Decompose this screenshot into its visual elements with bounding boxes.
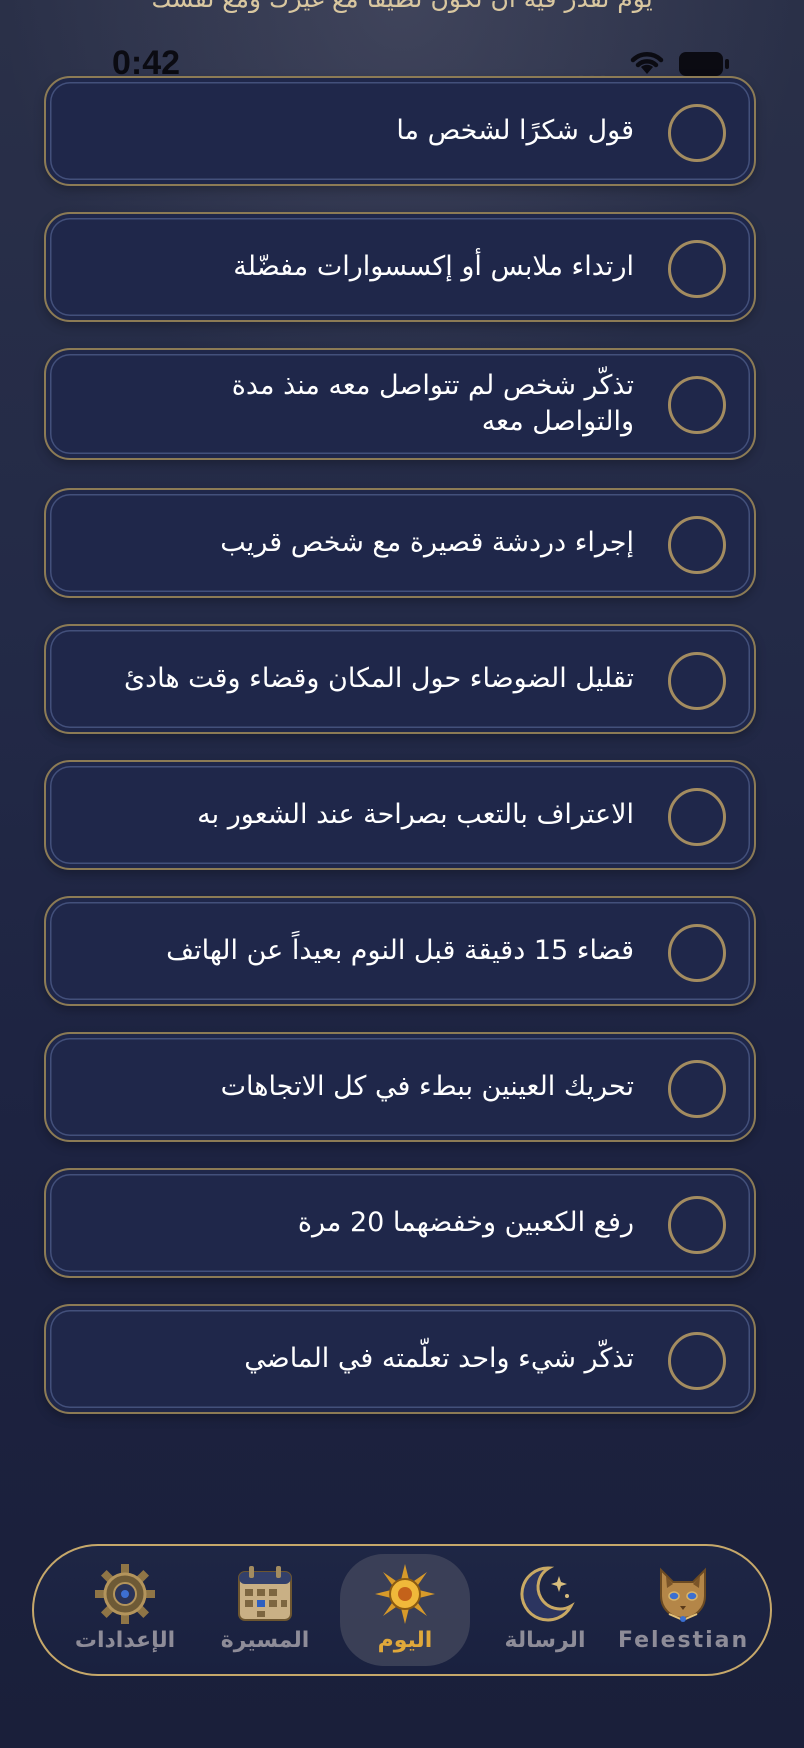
tab-bar: Felestian الرسالة اليوم المسيرة الإعدادا…	[32, 1544, 772, 1676]
task-card[interactable]: قضاء 15 دقيقة قبل النوم بعيداً عن الهاتف	[44, 896, 756, 1006]
tab-label: اليوم	[377, 1628, 433, 1653]
battery-icon	[679, 52, 729, 76]
task-checkbox[interactable]	[668, 516, 726, 574]
sun-icon	[375, 1564, 435, 1624]
tab-felestian[interactable]: Felestian	[618, 1554, 748, 1666]
task-checkbox[interactable]	[668, 924, 726, 982]
tab-journey[interactable]: المسيرة	[200, 1554, 330, 1666]
task-card[interactable]: إجراء دردشة قصيرة مع شخص قريب	[44, 488, 756, 598]
task-label: ارتداء ملابس أو إكسسوارات مفضّلة	[233, 251, 634, 282]
task-checkbox[interactable]	[668, 1332, 726, 1390]
tab-today[interactable]: اليوم	[340, 1554, 470, 1666]
task-checkbox[interactable]	[668, 652, 726, 710]
task-checkbox[interactable]	[668, 788, 726, 846]
task-card[interactable]: تذكّر شيء واحد تعلّمته في الماضي	[44, 1304, 756, 1414]
task-card[interactable]: الاعتراف بالتعب بصراحة عند الشعور به	[44, 760, 756, 870]
task-label: تحريك العينين ببطء في كل الاتجاهات	[220, 1071, 634, 1102]
tab-message[interactable]: الرسالة	[480, 1554, 610, 1666]
task-label: تذكّر شيء واحد تعلّمته في الماضي	[244, 1343, 634, 1374]
task-card[interactable]: تقليل الضوضاء حول المكان وقضاء وقت هادئ	[44, 624, 756, 734]
task-card[interactable]: قول شكرًا لشخص ما	[44, 76, 756, 186]
gear-icon	[95, 1564, 155, 1624]
tab-label: الرسالة	[504, 1628, 586, 1653]
cat-icon	[660, 1567, 706, 1622]
moon-star-icon	[520, 1566, 575, 1622]
task-label: قضاء 15 دقيقة قبل النوم بعيداً عن الهاتف	[166, 935, 634, 966]
signal-dots-icon	[577, 68, 615, 83]
wifi-icon	[630, 52, 664, 74]
task-card[interactable]: ارتداء ملابس أو إكسسوارات مفضّلة	[44, 212, 756, 322]
task-label: إجراء دردشة قصيرة مع شخص قريب	[220, 527, 634, 558]
calendar-icon	[238, 1566, 292, 1621]
task-checkbox[interactable]	[668, 104, 726, 162]
task-card[interactable]: رفع الكعبين وخفضهما 20 مرة	[44, 1168, 756, 1278]
task-label: قول شكرًا لشخص ما	[396, 115, 634, 146]
task-label: الاعتراف بالتعب بصراحة عند الشعور به	[197, 799, 634, 830]
task-checkbox[interactable]	[668, 1196, 726, 1254]
task-checkbox[interactable]	[668, 1060, 726, 1118]
tab-label: المسيرة	[220, 1628, 310, 1653]
task-checkbox[interactable]	[668, 376, 726, 434]
day-subtitle: يوم تقدر فيه أن تكون لطيفا مع غيرك ومع ن…	[0, 0, 804, 13]
task-label: رفع الكعبين وخفضهما 20 مرة	[297, 1207, 634, 1238]
task-card[interactable]: تذكّر شخص لم تتواصل معه منذ مدة والتواصل…	[44, 348, 756, 460]
tab-label: الإعدادات	[74, 1628, 176, 1653]
tab-label: Felestian	[618, 1628, 750, 1653]
task-card[interactable]: تحريك العينين ببطء في كل الاتجاهات	[44, 1032, 756, 1142]
task-checkbox[interactable]	[668, 240, 726, 298]
task-label: تقليل الضوضاء حول المكان وقضاء وقت هادئ	[123, 663, 634, 694]
tab-settings[interactable]: الإعدادات	[60, 1554, 190, 1666]
task-label: تذكّر شخص لم تتواصل معه منذ مدة والتواصل…	[231, 370, 634, 437]
